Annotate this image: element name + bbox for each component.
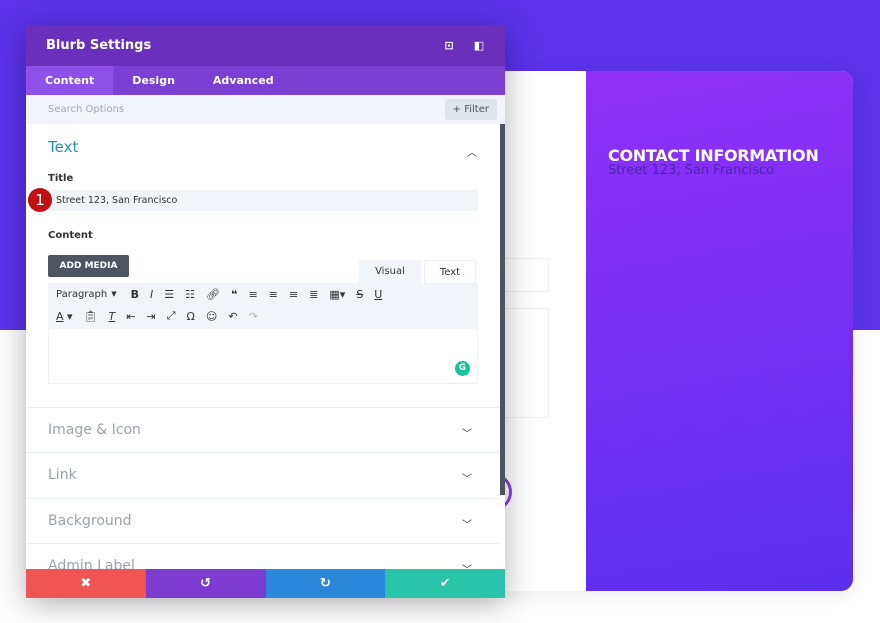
bullet-list-icon[interactable]: ☰: [164, 288, 174, 301]
tab-design[interactable]: Design: [113, 66, 194, 95]
emoji-icon[interactable]: ☺: [206, 310, 217, 323]
title-input[interactable]: Street 123, San Francisco: [48, 190, 478, 211]
chevron-down-icon: ﹀: [462, 561, 472, 569]
undo-button[interactable]: ↺: [145, 569, 266, 598]
chevron-down-icon: ﹀: [462, 474, 472, 485]
scrollbar[interactable]: [500, 124, 505, 495]
link-icon[interactable]: 🔗︎: [206, 288, 220, 301]
chevron-up-icon[interactable]: ︿: [467, 144, 477, 159]
italic-icon[interactable]: I: [150, 288, 153, 301]
align-right-icon[interactable]: ≡: [289, 288, 298, 301]
justify-icon[interactable]: ≣: [309, 288, 318, 301]
clear-format-icon[interactable]: T: [109, 310, 116, 323]
modal-header: Blurb Settings ⊡ ◧: [26, 25, 505, 66]
tab-visual[interactable]: Visual: [359, 260, 421, 283]
fullscreen-editor-icon[interactable]: ⤢: [167, 309, 176, 323]
indent-icon[interactable]: ⇥: [146, 310, 155, 323]
search-bar: Search Options + Filter: [26, 95, 505, 124]
tab-text[interactable]: Text: [424, 260, 476, 283]
tab-content[interactable]: Content: [26, 66, 114, 95]
form-textarea: [505, 308, 549, 418]
omega-icon[interactable]: Ω: [187, 310, 195, 323]
numbered-list-icon[interactable]: ☷: [185, 288, 195, 301]
paste-icon[interactable]: 📋︎: [84, 310, 98, 323]
fullscreen-icon[interactable]: ⊡: [443, 39, 455, 52]
tab-bar: Content Design Advanced: [26, 66, 505, 95]
text-color-icon[interactable]: A ▾: [56, 310, 73, 323]
tab-advanced[interactable]: Advanced: [194, 66, 293, 95]
sidebar-toggle-icon[interactable]: ◧: [473, 39, 485, 52]
blurb-settings-modal: Blurb Settings ⊡ ◧ Content Design Advanc…: [26, 25, 505, 598]
dropdown-icon[interactable]: ▼: [111, 290, 116, 298]
modal-title: Blurb Settings: [46, 38, 152, 53]
chevron-down-icon: ﹀: [462, 429, 472, 440]
section-label: Image & Icon: [48, 422, 141, 438]
align-left-icon[interactable]: ≡: [248, 288, 257, 301]
bold-icon[interactable]: B: [131, 288, 139, 301]
search-input[interactable]: Search Options: [48, 104, 445, 115]
redo-button[interactable]: ↻: [265, 569, 386, 598]
text-section-title[interactable]: Text: [48, 138, 78, 156]
section-image-icon[interactable]: Image & Icon ﹀: [26, 407, 500, 452]
undo-icon[interactable]: ↶: [228, 310, 237, 323]
section-label: Link: [48, 467, 77, 483]
editor-toolbar: Paragraph ▼ B I ☰ ☷ 🔗︎ ❝ ≡ ≡ ≡ ≣ ▦▾ S U …: [48, 283, 478, 329]
modal-footer: ✖ ↺ ↻ ✔: [26, 569, 505, 598]
section-label: Background: [48, 513, 132, 529]
table-icon[interactable]: ▦▾: [329, 288, 345, 301]
content-label: Content: [48, 230, 93, 241]
undo-icon: ↺: [200, 576, 212, 591]
close-icon: ✖: [80, 576, 92, 591]
section-background[interactable]: Background ﹀: [26, 498, 500, 543]
add-media-button[interactable]: ADD MEDIA: [48, 255, 129, 277]
form-field: [505, 258, 549, 292]
section-admin-label[interactable]: Admin Label ﹀: [26, 543, 500, 569]
title-label: Title: [48, 173, 74, 184]
outdent-icon[interactable]: ⇤: [126, 310, 135, 323]
redo-icon: ↻: [319, 576, 331, 591]
section-link[interactable]: Link ﹀: [26, 452, 500, 497]
filter-button[interactable]: + Filter: [444, 99, 497, 120]
check-icon: ✔: [439, 576, 451, 591]
blockquote-icon[interactable]: ❝: [231, 288, 237, 301]
paragraph-select[interactable]: Paragraph: [56, 289, 107, 300]
underline-icon[interactable]: U: [374, 288, 382, 301]
save-button[interactable]: ✔: [385, 569, 505, 598]
chevron-down-icon: ﹀: [462, 520, 472, 531]
redo-icon[interactable]: ↷: [249, 310, 258, 323]
step-badge: 1: [28, 188, 52, 212]
content-editor[interactable]: G: [48, 329, 478, 384]
modal-body: Text ︿ Title Street 123, San Francisco 1…: [26, 124, 505, 569]
contact-subtext: Street 123, San Francisco: [608, 163, 775, 178]
grammarly-icon[interactable]: G: [455, 361, 470, 376]
cancel-button[interactable]: ✖: [26, 569, 146, 598]
align-center-icon[interactable]: ≡: [269, 288, 278, 301]
strikethrough-icon[interactable]: S: [356, 288, 363, 301]
section-label: Admin Label: [48, 558, 135, 569]
